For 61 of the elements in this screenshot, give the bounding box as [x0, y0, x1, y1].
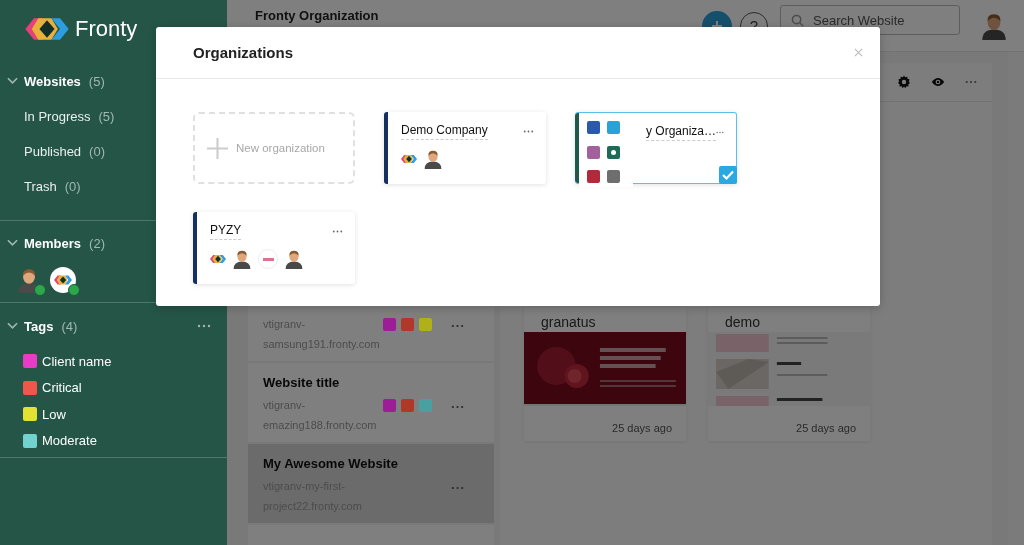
color-swatch[interactable] — [587, 170, 600, 184]
section-title[interactable]: Tags — [24, 318, 54, 334]
organization-card[interactable]: y Organiza… — [575, 112, 737, 184]
more-icon[interactable] — [965, 80, 977, 84]
search-icon — [791, 14, 804, 27]
nav-item[interactable]: Published (0) — [0, 134, 113, 169]
logo-icon — [401, 154, 417, 164]
color-swatch[interactable] — [587, 145, 600, 159]
chevron-icon[interactable] — [7, 239, 18, 247]
color-swatch[interactable] — [607, 170, 620, 184]
settings-icon[interactable] — [897, 75, 911, 89]
avatar — [284, 249, 304, 269]
count: (2) — [89, 235, 105, 251]
logo-icon — [54, 274, 72, 286]
more-icon[interactable] — [716, 131, 724, 134]
count: (5) — [88, 73, 105, 89]
organization-card[interactable]: Demo Company — [384, 112, 546, 184]
website-card[interactable]: demo 25 days ago — [708, 308, 870, 441]
section-title[interactable]: Websites — [24, 73, 81, 89]
more-icon[interactable] — [523, 130, 534, 133]
avatar — [423, 149, 443, 169]
organization-card[interactable]: PYZY — [193, 212, 355, 284]
organization-name: PYZY — [210, 223, 242, 240]
tag-label[interactable]: Client name — [42, 353, 112, 369]
tag-label[interactable]: Low — [42, 406, 66, 422]
logo-icon — [25, 15, 69, 42]
website-card[interactable]: granatus 25 days ago — [524, 308, 686, 441]
website-name: granatus — [540, 313, 597, 332]
avatar — [980, 11, 1008, 40]
section-title[interactable]: Members — [24, 235, 82, 251]
chevron-icon[interactable] — [7, 322, 18, 330]
dialog-title: Organizations — [193, 44, 293, 61]
eye-icon[interactable] — [931, 75, 945, 89]
brand-name: Fronty — [75, 15, 138, 42]
chevron-icon[interactable] — [7, 77, 18, 85]
organization-name: Demo Company — [401, 123, 488, 140]
more-icon[interactable] — [451, 405, 464, 409]
tag-label[interactable]: Critical — [42, 380, 82, 396]
more-icon[interactable] — [332, 230, 343, 233]
logo-icon — [210, 254, 226, 264]
more-icon[interactable] — [197, 324, 211, 328]
tag-label[interactable]: Moderate — [42, 433, 97, 449]
website-title: Website title — [263, 375, 341, 392]
website-title: My Awesome Website — [263, 456, 399, 473]
color-swatch[interactable] — [587, 121, 600, 134]
color-swatch[interactable] — [607, 145, 620, 159]
color-swatch[interactable] — [607, 121, 620, 134]
more-icon[interactable] — [451, 486, 464, 490]
avatar — [232, 249, 252, 269]
website-name: demo — [724, 313, 762, 332]
more-icon[interactable] — [451, 324, 464, 328]
page-title: Fronty Organization — [255, 8, 379, 23]
nav-item[interactable]: In Progress (5) — [0, 99, 123, 134]
nav-item[interactable]: Trash (0) — [0, 169, 89, 204]
count: (4) — [61, 318, 78, 334]
updated-time: 25 days ago — [611, 422, 673, 434]
plus-icon — [207, 137, 228, 159]
avatar[interactable] — [50, 267, 76, 293]
organization-name: y Organiza… — [646, 124, 717, 141]
checkmark-icon — [719, 166, 737, 184]
updated-time: 25 days ago — [795, 422, 857, 434]
